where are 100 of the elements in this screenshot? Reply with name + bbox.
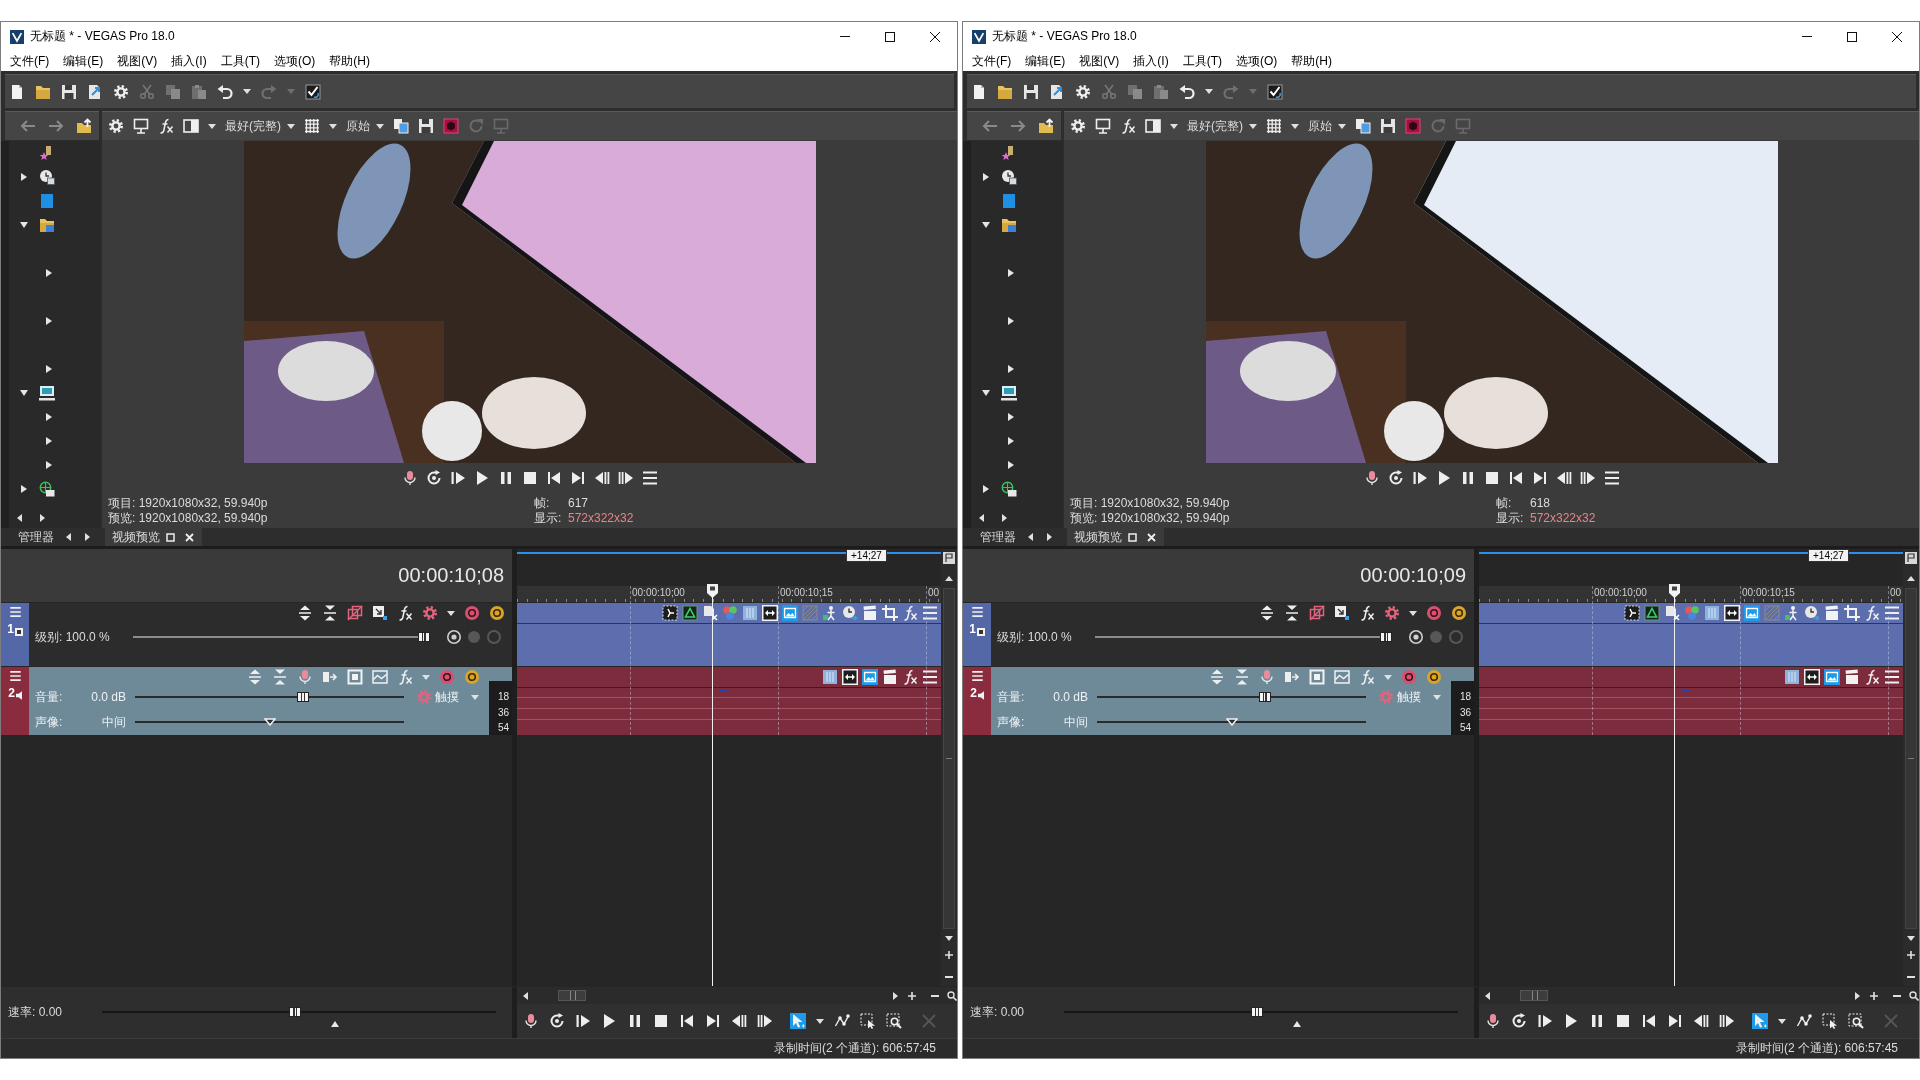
target-icon[interactable] bbox=[1401, 669, 1417, 685]
expand-arrows-icon[interactable] bbox=[1259, 605, 1275, 621]
time-ruler[interactable]: 00:00:10;00 00:00:10;15 00 bbox=[517, 586, 941, 602]
tile-icon[interactable] bbox=[1001, 193, 1017, 209]
frame-back-icon[interactable] bbox=[1693, 1013, 1709, 1029]
fx-icon[interactable] bbox=[158, 118, 174, 134]
skip-forward-icon[interactable] bbox=[1531, 470, 1548, 486]
expander-icon[interactable] bbox=[21, 485, 27, 493]
scroll-up-icon[interactable] bbox=[1907, 576, 1915, 581]
menu-icon[interactable] bbox=[970, 606, 984, 618]
microphone-icon[interactable] bbox=[1485, 1013, 1501, 1029]
collapse-arrows-icon[interactable] bbox=[322, 605, 338, 621]
zoom-in-icon[interactable] bbox=[908, 991, 916, 1000]
expander-icon[interactable] bbox=[46, 269, 52, 277]
menu-item[interactable]: 工具(T) bbox=[213, 52, 267, 70]
play-icon[interactable] bbox=[1563, 1013, 1579, 1029]
settings-icon[interactable] bbox=[1070, 118, 1086, 134]
checkmark-icon[interactable] bbox=[305, 83, 321, 100]
menu-item[interactable]: 编辑(E) bbox=[56, 52, 111, 70]
target-icon[interactable] bbox=[439, 669, 455, 685]
menu-item[interactable]: 编辑(E) bbox=[1018, 52, 1073, 70]
collapse-arrows-icon[interactable] bbox=[1284, 605, 1300, 621]
menu-item[interactable]: 工具(T) bbox=[1175, 52, 1229, 70]
forward-arrow-icon[interactable] bbox=[1010, 118, 1026, 134]
menu-item[interactable]: 视图(V) bbox=[1072, 52, 1127, 70]
skip-back-icon[interactable] bbox=[1641, 1013, 1657, 1029]
scrollbar-thumb[interactable] bbox=[558, 990, 586, 1001]
skip-forward-icon[interactable] bbox=[705, 1013, 721, 1029]
gear-icon[interactable] bbox=[1384, 605, 1400, 621]
video-event[interactable] bbox=[517, 603, 941, 666]
expander-icon[interactable] bbox=[983, 173, 989, 181]
loop-icon[interactable] bbox=[1511, 1013, 1527, 1029]
new-file-icon[interactable] bbox=[9, 83, 25, 100]
skip-forward-icon[interactable] bbox=[569, 470, 586, 486]
close-icon[interactable] bbox=[929, 31, 940, 42]
video-event[interactable] bbox=[1479, 603, 1903, 666]
target-icon[interactable] bbox=[1426, 605, 1442, 621]
frame-back-icon[interactable] bbox=[1555, 470, 1572, 486]
crop-icon[interactable] bbox=[882, 605, 898, 621]
settings-icon[interactable] bbox=[1075, 83, 1091, 100]
bars-icon[interactable] bbox=[822, 669, 838, 685]
stop-icon[interactable] bbox=[653, 1013, 669, 1029]
clapboard-icon[interactable] bbox=[862, 605, 878, 621]
marker-flag-icon[interactable] bbox=[1905, 552, 1917, 564]
scroll-right-icon[interactable] bbox=[1002, 514, 1007, 522]
folder-icon[interactable] bbox=[39, 217, 55, 233]
scroll-right-icon[interactable] bbox=[1047, 533, 1052, 541]
expander-icon[interactable] bbox=[1008, 269, 1014, 277]
caret-icon[interactable] bbox=[1778, 1018, 1786, 1024]
menu-icon[interactable] bbox=[8, 670, 22, 682]
computer-icon[interactable] bbox=[1001, 385, 1017, 401]
vertical-scrollbar[interactable] bbox=[1903, 549, 1919, 986]
marker-flag-icon[interactable] bbox=[943, 552, 955, 564]
clapboard-icon[interactable] bbox=[1844, 669, 1860, 685]
expander-icon[interactable] bbox=[1008, 413, 1014, 421]
copy-icon[interactable] bbox=[393, 118, 409, 134]
square-icon[interactable] bbox=[1128, 532, 1137, 542]
menu-item[interactable]: 选项(O) bbox=[1229, 52, 1285, 70]
dotted-frame-icon[interactable] bbox=[1624, 605, 1640, 621]
menu-icon[interactable] bbox=[641, 470, 658, 486]
expander-icon[interactable] bbox=[20, 390, 28, 396]
menu-icon[interactable] bbox=[1884, 669, 1900, 685]
scroll-down-icon[interactable] bbox=[1907, 936, 1915, 941]
expander-icon[interactable] bbox=[46, 317, 52, 325]
target-icon[interactable] bbox=[464, 669, 480, 685]
target-icon[interactable] bbox=[1426, 669, 1442, 685]
undo-icon[interactable] bbox=[1179, 83, 1195, 100]
expander-icon[interactable] bbox=[1008, 461, 1014, 469]
menu-icon[interactable] bbox=[922, 605, 938, 621]
checkmark-icon[interactable] bbox=[1267, 83, 1283, 100]
vertical-scrollbar[interactable] bbox=[941, 549, 957, 986]
maximize-icon[interactable] bbox=[1846, 31, 1857, 42]
zoom-in-icon[interactable] bbox=[1870, 991, 1878, 1000]
scroll-left-icon[interactable] bbox=[979, 514, 984, 522]
quality-dropdown[interactable]: 最好(完整) bbox=[1187, 117, 1257, 135]
expander-icon[interactable] bbox=[21, 173, 27, 181]
expander-icon[interactable] bbox=[982, 390, 990, 396]
caret-icon[interactable] bbox=[447, 610, 455, 616]
clock-icon[interactable] bbox=[1001, 169, 1017, 185]
scroll-left-icon[interactable] bbox=[523, 991, 528, 1000]
crossed-squares-icon[interactable] bbox=[1309, 605, 1325, 621]
square-icon[interactable] bbox=[166, 532, 175, 542]
dot-icon[interactable] bbox=[1428, 629, 1444, 645]
select-box-icon[interactable] bbox=[860, 1013, 876, 1029]
horizontal-scrollbar[interactable] bbox=[517, 987, 957, 1004]
expander-icon[interactable] bbox=[982, 222, 990, 228]
pointer-icon[interactable] bbox=[1752, 1013, 1768, 1029]
zoom-out-icon[interactable] bbox=[1893, 994, 1901, 997]
minimize-icon[interactable] bbox=[839, 36, 850, 37]
fx-icon[interactable] bbox=[1359, 605, 1375, 621]
playhead-marker[interactable] bbox=[707, 584, 718, 598]
explorer-tab[interactable]: 管理器 bbox=[980, 528, 1016, 546]
crop-icon[interactable] bbox=[1844, 605, 1860, 621]
preview-tab[interactable]: 视频预览 bbox=[1067, 528, 1164, 546]
menu-icon[interactable] bbox=[1884, 605, 1900, 621]
play-icon[interactable] bbox=[601, 1013, 617, 1029]
expander-icon[interactable] bbox=[46, 461, 52, 469]
magnifier-icon[interactable] bbox=[1909, 990, 1919, 1001]
new-file-icon[interactable] bbox=[971, 83, 987, 100]
expander-icon[interactable] bbox=[46, 413, 52, 421]
